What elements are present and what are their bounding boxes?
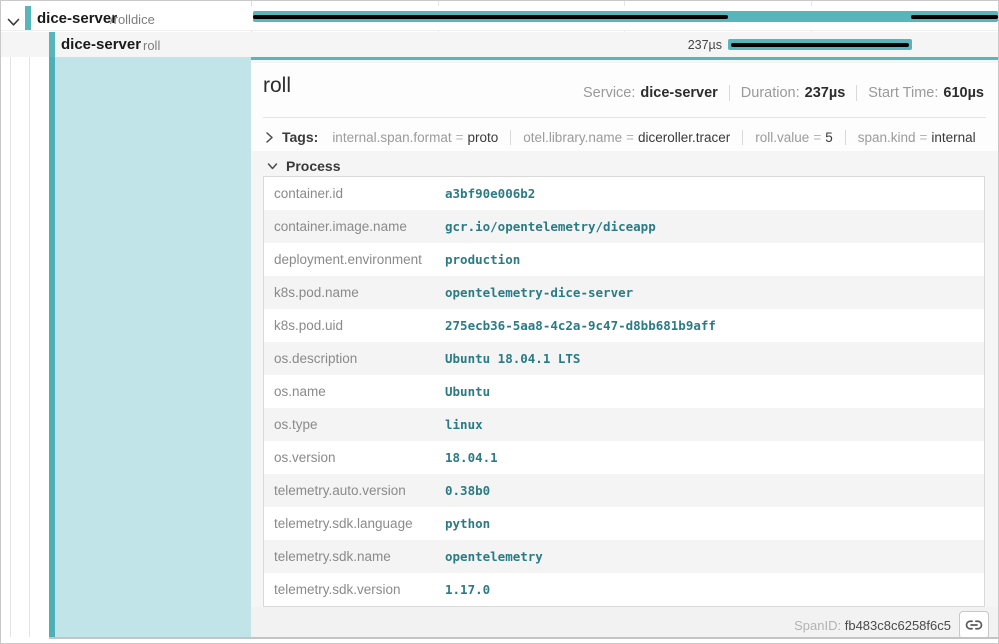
selected-span-highlight (55, 57, 251, 637)
table-row: container.image.namegcr.io/opentelemetry… (264, 210, 984, 243)
process-section-label: Process (286, 158, 340, 174)
process-value: Ubuntu (445, 384, 490, 399)
service-color-bar (25, 6, 31, 30)
divider (742, 130, 743, 145)
service-label: Service: (583, 85, 635, 101)
duration-label: Duration: (741, 85, 800, 101)
tag-key: otel.library.name (523, 130, 622, 145)
span-row-roll-selected[interactable]: dice-server roll 237µs (1, 32, 998, 57)
tag-key: span.kind (858, 130, 916, 145)
table-row: container.ida3bf90e006b2 (264, 177, 984, 210)
process-key: telemetry.sdk.language (264, 516, 445, 531)
divider (856, 85, 857, 101)
span-row-rolldice[interactable]: dice-server /rolldice (1, 6, 998, 31)
service-value: dice-server (640, 85, 717, 101)
table-row: os.version18.04.1 (264, 441, 984, 474)
tag-value: internal (931, 130, 975, 145)
process-key: os.type (264, 417, 445, 432)
process-value: linux (445, 417, 483, 432)
span-overview: Service: dice-server Duration: 237µs Sta… (583, 85, 984, 101)
deep-link-button[interactable] (959, 611, 989, 639)
process-value: production (445, 252, 520, 267)
span-service-name: dice-server (37, 10, 117, 27)
tags-section-label: Tags: (282, 129, 318, 145)
duration-value: 237µs (805, 85, 846, 101)
process-key: container.image.name (264, 219, 445, 234)
table-row: k8s.pod.uid275ecb36-5aa8-4c2a-9c47-d8bb6… (264, 309, 984, 342)
process-key: deployment.environment (264, 252, 445, 267)
span-id-label: SpanID: (794, 618, 841, 633)
chevron-right-icon (265, 131, 274, 144)
process-key: os.name (264, 384, 445, 399)
process-key: telemetry.auto.version (264, 483, 445, 498)
table-row: os.nameUbuntu (264, 375, 984, 408)
process-accordion-toggle[interactable]: Process (267, 155, 340, 177)
divider (845, 130, 846, 145)
span-title: roll (263, 74, 291, 98)
tags-accordion-toggle[interactable]: Tags: internal.span.format = proto otel.li… (265, 124, 976, 150)
tag-key: roll.value (755, 130, 809, 145)
critical-path-segment (253, 15, 728, 19)
process-key: k8s.pod.uid (264, 318, 445, 333)
process-value: 275ecb36-5aa8-4c2a-9c47-d8bb681b9aff (445, 318, 716, 333)
table-row: k8s.pod.nameopentelemetry-dice-server (264, 276, 984, 309)
process-value: 18.04.1 (445, 450, 498, 465)
table-row: telemetry.auto.version0.38b0 (264, 474, 984, 507)
tags-summary: internal.span.format = proto otel.library.… (332, 130, 975, 145)
span-id: SpanID: fb483c8c6258f6c5 (794, 618, 951, 633)
process-key: telemetry.sdk.version (264, 582, 445, 597)
divider (729, 85, 730, 101)
indent-guide (29, 57, 30, 637)
span-service-name: dice-server (61, 36, 141, 53)
span-tree-gutter (1, 57, 251, 637)
divider (510, 130, 511, 145)
process-key: k8s.pod.name (264, 285, 445, 300)
tag-value: proto (468, 130, 499, 145)
process-key: telemetry.sdk.name (264, 549, 445, 564)
process-value: opentelemetry (445, 549, 543, 564)
span-operation-name: /rolldice (110, 12, 155, 27)
start-time-label: Start Time: (868, 85, 938, 101)
equals-sign: = (626, 130, 634, 145)
span-duration-label: 237µs (641, 38, 722, 52)
process-value: opentelemetry-dice-server (445, 285, 633, 300)
process-value: python (445, 516, 490, 531)
indent-guide (10, 57, 11, 637)
table-row: os.typelinux (264, 408, 984, 441)
span-operation-name: roll (143, 38, 160, 53)
table-row: os.descriptionUbuntu 18.04.1 LTS (264, 342, 984, 375)
start-time-value: 610µs (943, 85, 984, 101)
process-key: os.description (264, 351, 445, 366)
table-row: telemetry.sdk.languagepython (264, 507, 984, 540)
service-color-bar (49, 32, 55, 57)
chevron-down-icon (267, 162, 278, 171)
trace-view-bottom-border (49, 637, 998, 639)
equals-sign: = (920, 130, 928, 145)
table-row: telemetry.sdk.nameopentelemetry (264, 540, 984, 573)
header-divider (263, 117, 986, 118)
equals-sign: = (813, 130, 821, 145)
process-key: container.id (264, 186, 445, 201)
process-key: os.version (264, 450, 445, 465)
span-id-value: fb483c8c6258f6c5 (845, 618, 951, 633)
link-icon (965, 616, 983, 634)
process-value: 0.38b0 (445, 483, 490, 498)
tag-value: 5 (825, 130, 833, 145)
collapse-children-chevron-down-icon[interactable] (7, 14, 21, 24)
critical-path-segment (731, 43, 909, 47)
equals-sign: = (456, 130, 464, 145)
process-value: a3bf90e006b2 (445, 186, 535, 201)
process-value: 1.17.0 (445, 582, 490, 597)
tag-value: diceroller.tracer (638, 130, 730, 145)
critical-path-segment (911, 15, 998, 19)
process-value: Ubuntu 18.04.1 LTS (445, 351, 580, 366)
process-value: gcr.io/opentelemetry/diceapp (445, 219, 656, 234)
span-detail-panel: roll Service: dice-server Duration: 237µ… (251, 57, 998, 637)
tag-key: internal.span.format (332, 130, 451, 145)
span-detail-footer: SpanID: fb483c8c6258f6c5 (251, 607, 998, 637)
table-row: deployment.environmentproduction (264, 243, 984, 276)
jaeger-trace-detail-view: dice-server /rolldice dice-server roll 2… (0, 0, 999, 644)
table-row: telemetry.sdk.version1.17.0 (264, 573, 984, 606)
process-key-value-table: container.ida3bf90e006b2 container.image… (263, 176, 985, 607)
